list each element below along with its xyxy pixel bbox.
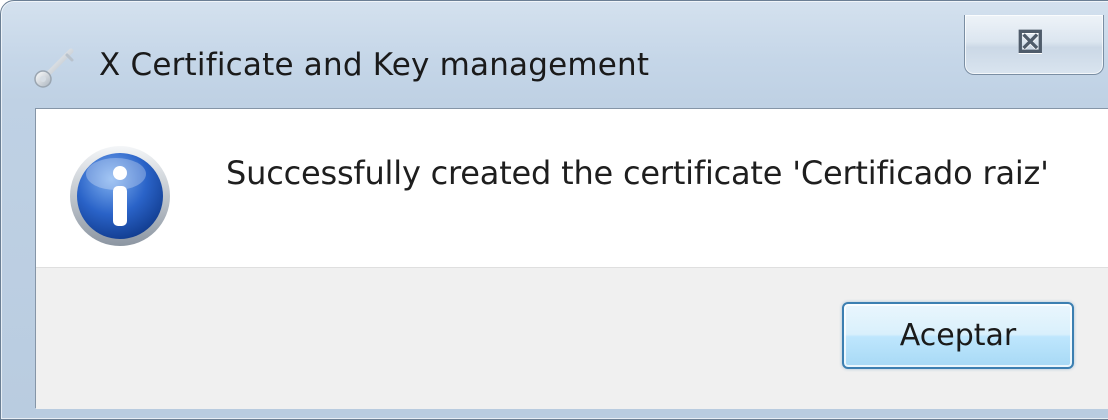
dialog-client-area: Successfully created the certificate 'Ce… [35,108,1108,409]
key-icon [34,48,74,88]
window-title: X Certificate and Key management [99,47,650,83]
message-text: Successfully created the certificate 'Ce… [226,154,1049,192]
button-bar: Aceptar [36,267,1108,409]
close-button[interactable]: ⊠ [964,15,1104,75]
title-bar[interactable]: X Certificate and Key management ⊠ [1,1,1108,109]
accept-button[interactable]: Aceptar [842,302,1074,369]
info-icon [70,146,170,246]
dialog-window: X Certificate and Key management ⊠ Succe… [0,0,1108,420]
close-icon: ⊠ [1016,21,1045,61]
message-area: Successfully created the certificate 'Ce… [36,109,1108,267]
